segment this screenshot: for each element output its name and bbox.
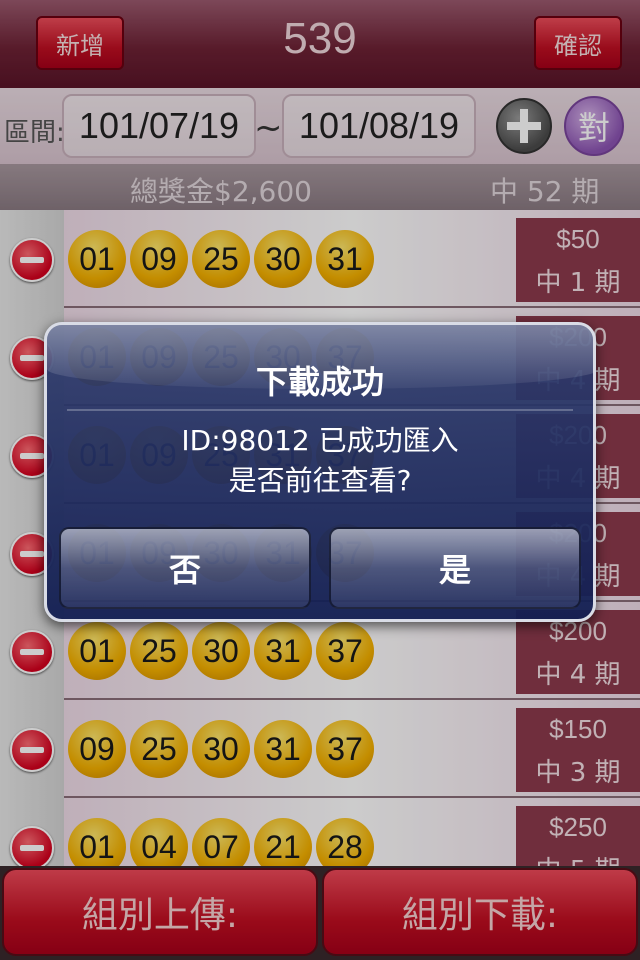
alert-no-button[interactable]: 否 [59,527,311,609]
alert-dialog: 下載成功 ID:98012 已成功匯入 是否前往查看? 否 是 [44,322,596,622]
alert-divider [67,409,573,411]
alert-yes-button[interactable]: 是 [329,527,581,609]
alert-title: 下載成功 [255,363,384,401]
alert-message-line1: ID:98012 已成功匯入 [181,424,459,457]
alert-message-line2: 是否前往查看? [228,464,412,497]
